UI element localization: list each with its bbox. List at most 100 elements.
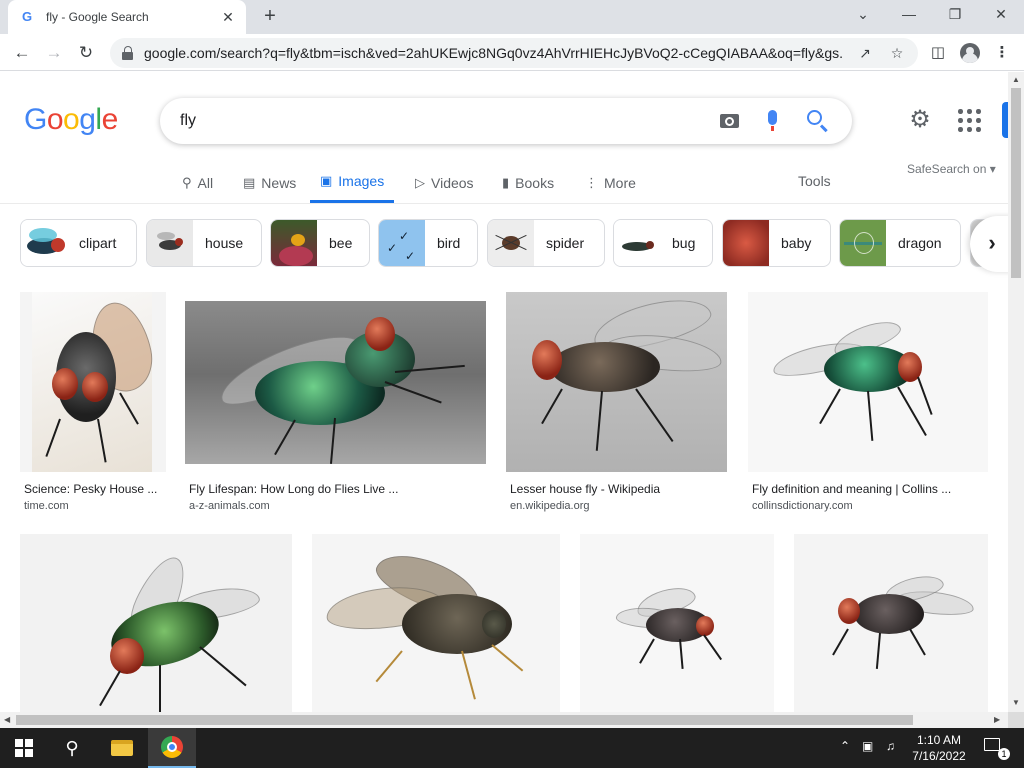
chip-spider[interactable]: spider: [487, 219, 605, 267]
chip-label: dragon: [898, 235, 942, 251]
result-title[interactable]: Fly Lifespan: How Long do Flies Live ...: [189, 482, 398, 496]
image-result[interactable]: Fly Lifespan: How Long do Flies Live ...…: [185, 292, 486, 512]
search-taskbar-icon[interactable]: ⚲: [48, 728, 96, 768]
result-thumbnail[interactable]: [748, 292, 988, 472]
share-icon[interactable]: ↗: [854, 45, 876, 62]
image-result[interactable]: [312, 534, 560, 712]
clock-time: 1:10 AM: [916, 733, 962, 747]
result-title[interactable]: Fly definition and meaning | Collins ...: [752, 482, 951, 496]
tab-news[interactable]: ▤ News: [241, 162, 298, 203]
tab-close-icon[interactable]: ✕: [220, 9, 236, 26]
scroll-left-icon[interactable]: ◀: [4, 715, 10, 724]
windows-logo-icon: [15, 739, 33, 757]
tab-videos[interactable]: ▷ Videos: [413, 162, 476, 203]
result-thumbnail[interactable]: [185, 301, 486, 464]
scroll-down-icon[interactable]: ▼: [1012, 698, 1020, 707]
result-source[interactable]: collinsdictionary.com: [752, 500, 853, 512]
chip-house[interactable]: house: [146, 219, 262, 267]
tab-books[interactable]: ▮ Books: [500, 162, 556, 203]
chip-clipart[interactable]: clipart: [20, 219, 137, 267]
chip-dragon[interactable]: dragon: [839, 219, 961, 267]
tab-search-button[interactable]: ⌄: [840, 0, 886, 30]
search-input[interactable]: fly: [180, 112, 700, 130]
microphone-icon[interactable]: [758, 106, 788, 136]
scrollbar-corner: [1008, 712, 1024, 728]
tab-images[interactable]: ▣ Images: [310, 162, 395, 203]
horizontal-scrollbar[interactable]: ◀ ▶: [0, 712, 1008, 728]
search-icon: ⚲: [182, 174, 192, 190]
back-button[interactable]: ←: [8, 39, 36, 67]
browser-toolbar: ← → ↻ google.com/search?q=fly&tbm=isch&v…: [0, 34, 1024, 71]
tools-button[interactable]: Tools: [798, 173, 831, 189]
system-clock[interactable]: 1:10 AM 7/16/2022: [904, 732, 974, 764]
result-thumbnail[interactable]: [506, 292, 727, 472]
minimize-button[interactable]: —: [886, 0, 932, 30]
chip-baby[interactable]: baby: [722, 219, 831, 267]
tab-images-label: Images: [338, 173, 385, 189]
notification-center-icon[interactable]: 1: [984, 738, 1012, 760]
image-result[interactable]: [794, 534, 988, 712]
profile-avatar[interactable]: [956, 39, 984, 67]
result-source[interactable]: time.com: [24, 500, 69, 512]
search-box[interactable]: fly: [160, 98, 852, 144]
chip-label: house: [205, 235, 244, 251]
image-result[interactable]: Lesser house fly - Wikipedia en.wikipedi…: [506, 292, 727, 512]
chip-thumbnail: ✓ ✓ ✓: [379, 220, 425, 266]
books-icon: ▮: [502, 174, 510, 190]
forward-button[interactable]: →: [40, 39, 68, 67]
new-tab-button[interactable]: +: [258, 5, 282, 29]
result-source[interactable]: en.wikipedia.org: [510, 500, 590, 512]
scroll-right-icon[interactable]: ▶: [994, 715, 1000, 724]
bookmark-star-icon[interactable]: ☆: [886, 45, 908, 62]
chip-bee[interactable]: bee: [270, 219, 370, 267]
related-search-chips: clipart house bee ✓ ✓ ✓ bird spider bug …: [20, 219, 1008, 269]
google-logo[interactable]: Google: [24, 103, 118, 137]
reload-button[interactable]: ↻: [72, 39, 100, 67]
camera-search-icon[interactable]: [714, 106, 744, 136]
start-button[interactable]: [0, 728, 48, 768]
search-icon[interactable]: [802, 106, 832, 136]
chip-label: clipart: [79, 235, 117, 251]
settings-gear-icon[interactable]: ⚙: [906, 106, 934, 134]
safesearch-toggle[interactable]: SafeSearch on ▾: [907, 162, 996, 176]
image-result[interactable]: Fly definition and meaning | Collins ...…: [748, 292, 988, 512]
show-hidden-icons-icon[interactable]: ⌃: [840, 739, 850, 779]
volume-icon[interactable]: ♫: [886, 739, 895, 779]
image-result[interactable]: [580, 534, 774, 712]
result-thumbnail[interactable]: [20, 292, 166, 472]
chip-label: bug: [672, 235, 696, 251]
vertical-scrollbar[interactable]: ▲ ▼: [1008, 72, 1024, 712]
result-source[interactable]: a-z-animals.com: [189, 500, 270, 512]
address-bar[interactable]: google.com/search?q=fly&tbm=isch&ved=2ah…: [110, 38, 918, 68]
network-icon[interactable]: ▣: [862, 739, 873, 779]
result-thumbnail[interactable]: [580, 534, 774, 712]
result-thumbnail[interactable]: [794, 534, 988, 712]
result-thumbnail[interactable]: [312, 534, 560, 712]
close-window-button[interactable]: ✕: [978, 0, 1024, 30]
apps-grid-icon[interactable]: [958, 109, 982, 133]
result-title[interactable]: Lesser house fly - Wikipedia: [510, 482, 660, 496]
tab-strip: G fly - Google Search ✕ + ⌄ — ❐ ✕: [0, 0, 1024, 34]
browser-tab[interactable]: G fly - Google Search ✕: [8, 0, 246, 34]
tab-news-label: News: [261, 174, 297, 191]
images-icon: ▣: [320, 173, 333, 188]
restore-button[interactable]: ❐: [932, 0, 978, 30]
scroll-up-icon[interactable]: ▲: [1012, 75, 1020, 84]
image-result[interactable]: Science: Pesky House ... time.com: [20, 292, 166, 512]
chrome-taskbar-icon[interactable]: [148, 728, 196, 768]
file-explorer-icon[interactable]: [98, 728, 146, 768]
url-text[interactable]: google.com/search?q=fly&tbm=isch&ved=2ah…: [144, 45, 844, 61]
tab-all[interactable]: ⚲ All: [180, 162, 215, 203]
tab-more[interactable]: ⋮ More: [583, 162, 638, 203]
image-result[interactable]: [20, 534, 292, 712]
side-panel-icon[interactable]: ◫: [924, 39, 952, 67]
chip-bug[interactable]: bug: [613, 219, 713, 267]
horizontal-scroll-thumb[interactable]: [16, 715, 913, 725]
chip-bird[interactable]: ✓ ✓ ✓ bird: [378, 219, 478, 267]
lock-icon[interactable]: [122, 46, 134, 60]
browser-menu-icon[interactable]: ⋮: [988, 39, 1016, 67]
result-thumbnail[interactable]: [20, 534, 292, 712]
google-images-page: Google fly ⚙ ⚲ All ▤ News ▣ Images ▷ Vid…: [0, 72, 1008, 712]
vertical-scroll-thumb[interactable]: [1011, 88, 1021, 278]
result-title[interactable]: Science: Pesky House ...: [24, 482, 157, 496]
